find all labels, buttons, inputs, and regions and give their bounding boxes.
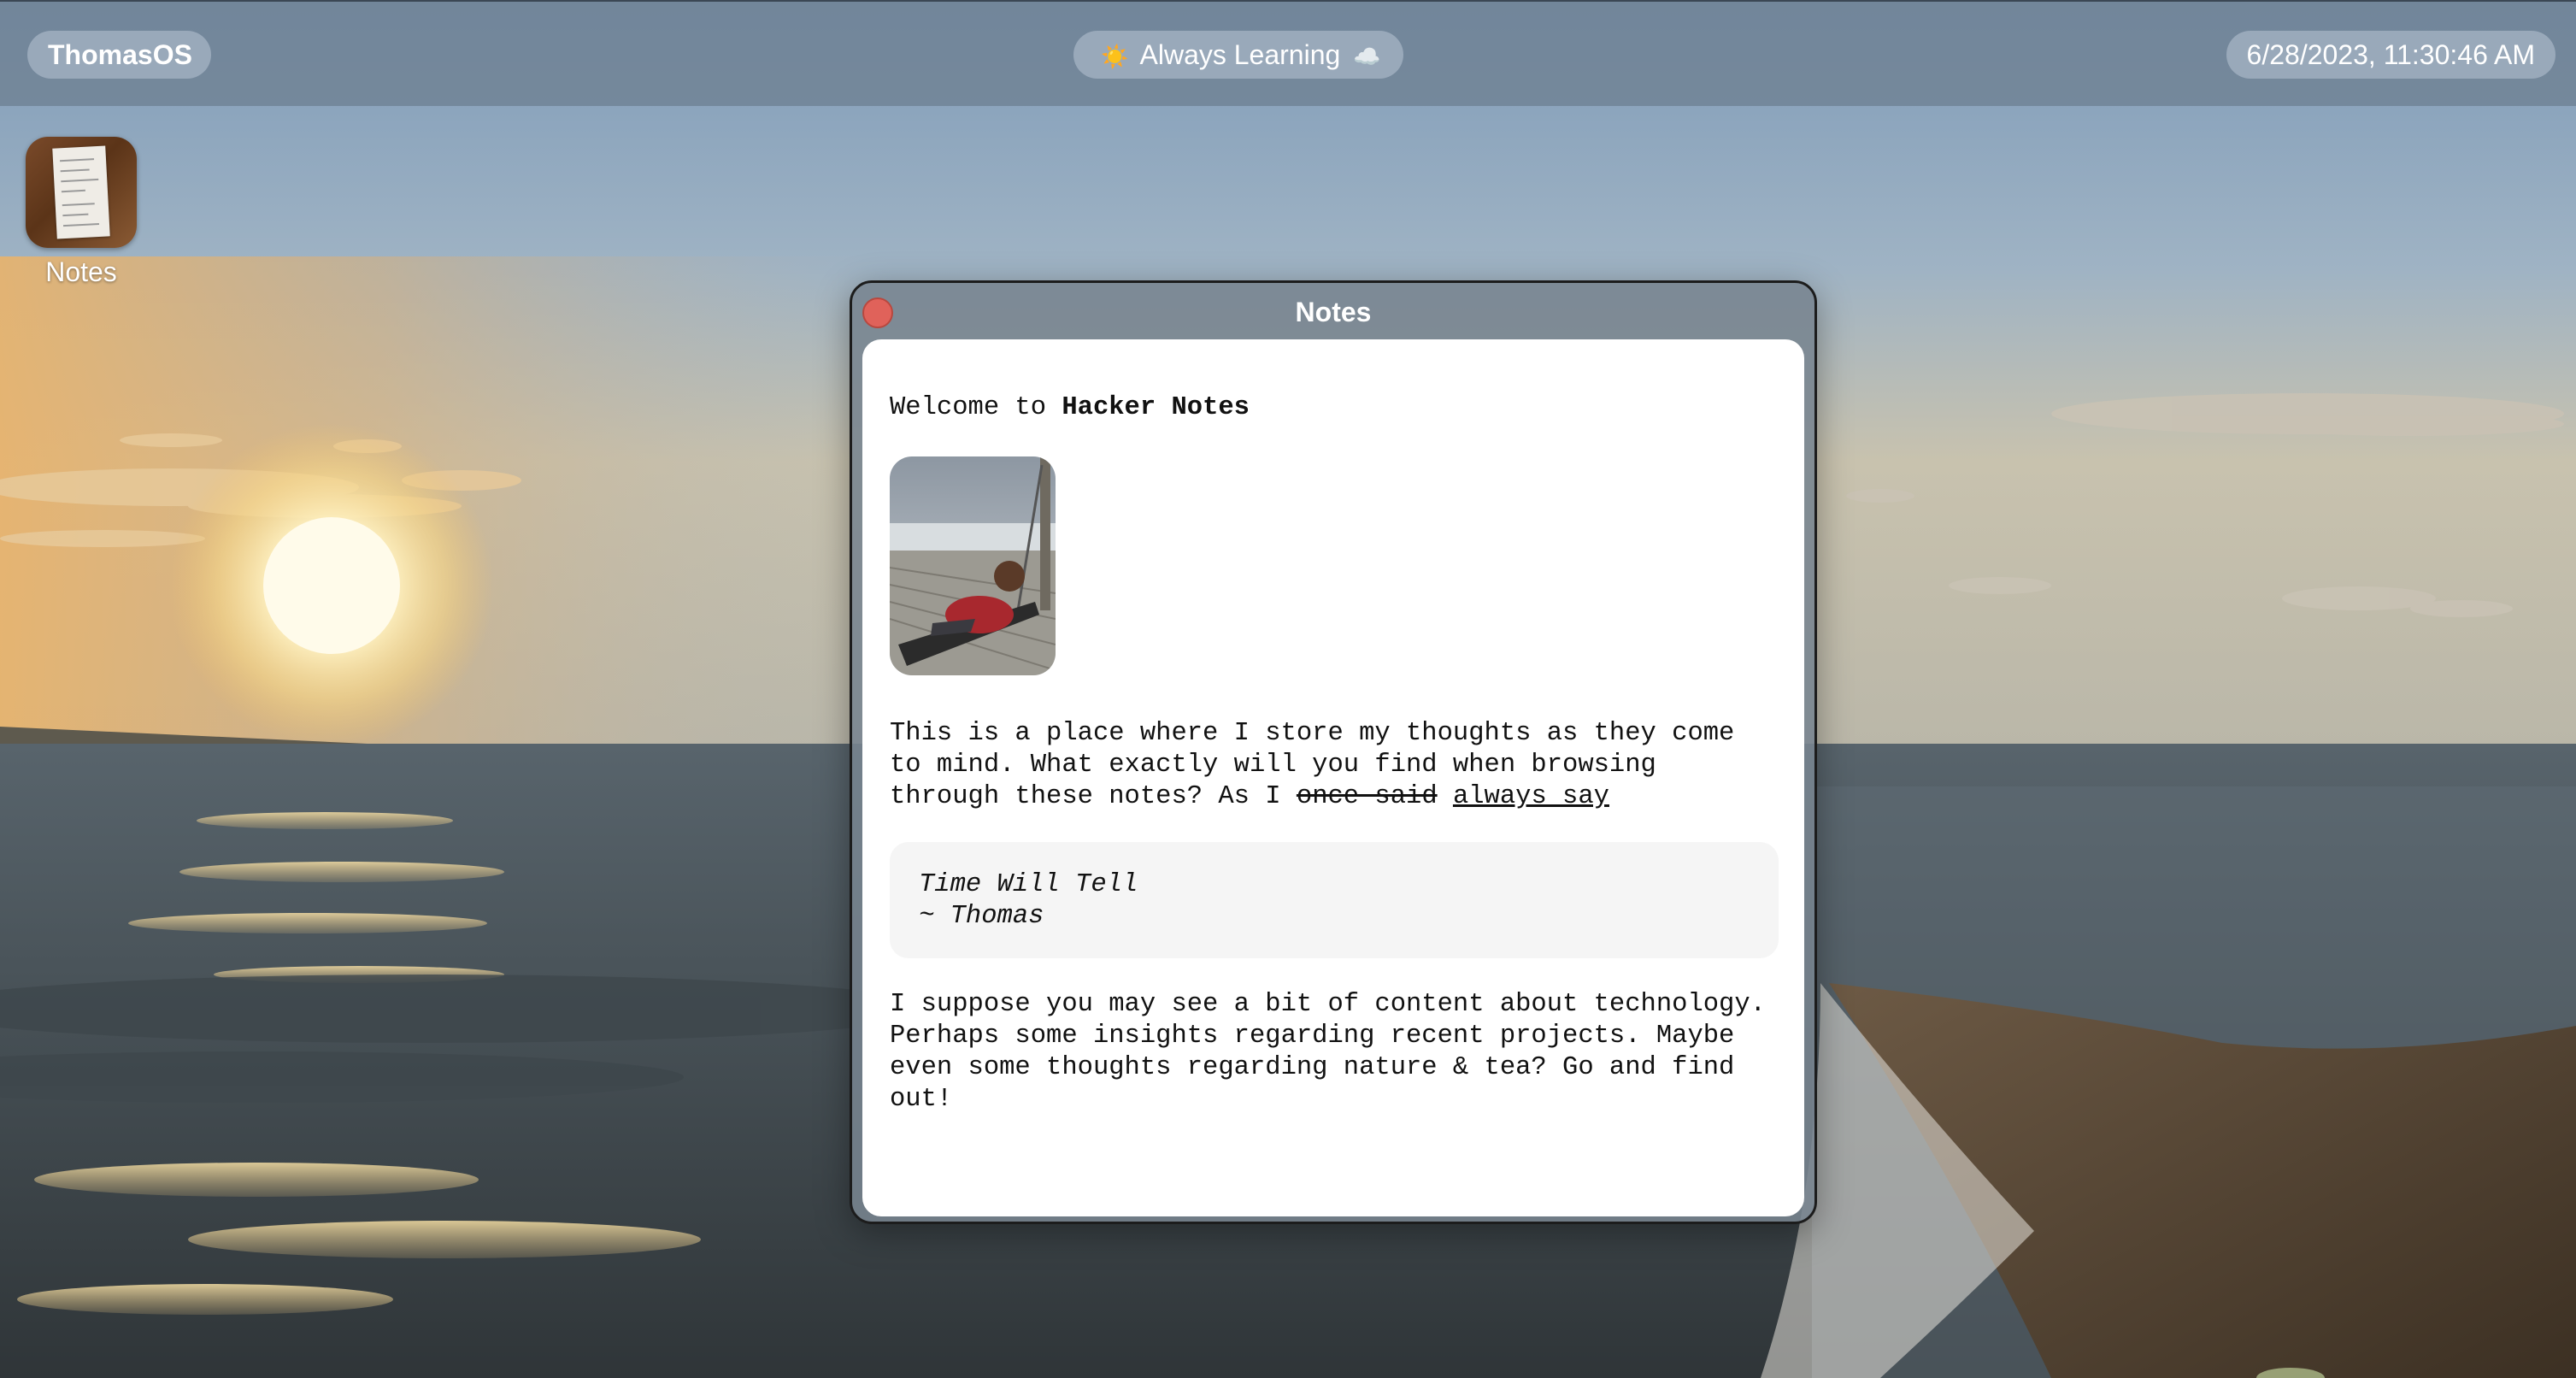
- status-text: Always Learning: [1139, 39, 1341, 70]
- sun-icon: ☀️: [1101, 44, 1129, 69]
- top-menu-bar: ThomasOS ☀️ Always Learning ☁️ 6/28/2023…: [0, 0, 2576, 106]
- clock-display: 6/28/2023, 11:30:46 AM: [2226, 31, 2555, 79]
- welcome-bold-text: Hacker Notes: [1062, 393, 1250, 422]
- profile-photo: [890, 456, 1056, 675]
- underlined-text: always say: [1452, 782, 1609, 811]
- note-heading: Welcome to Hacker Notes: [890, 392, 1777, 424]
- outro-paragraph: I suppose you may see a bit of content a…: [890, 990, 1766, 1114]
- status-pill[interactable]: ☀️ Always Learning ☁️: [1073, 31, 1403, 79]
- cloud-icon: ☁️: [1353, 44, 1381, 69]
- notes-app-icon[interactable]: [26, 137, 137, 248]
- intro-paragraph: This is a place where I store my thought…: [890, 718, 1779, 813]
- intro-space: [1438, 782, 1453, 811]
- desktop-icon-notes[interactable]: Notes: [26, 137, 137, 288]
- strikethrough-text: once said: [1296, 782, 1438, 811]
- window-title: Notes: [1295, 297, 1372, 327]
- quote-author: ~ Thomas: [919, 902, 1044, 931]
- quote-block: Time Will Tell ~ Thomas: [890, 842, 1779, 958]
- desktop-icon-label: Notes: [45, 256, 117, 287]
- note-content: Welcome to Hacker Notes This is a place …: [862, 339, 1804, 1216]
- quote-text: Time Will Tell: [919, 870, 1138, 899]
- note-paper-graphic: [52, 145, 110, 239]
- welcome-text: Welcome to: [890, 393, 1062, 422]
- notes-window: Notes Welcome to Hacker Notes This is a …: [850, 280, 1817, 1224]
- window-titlebar[interactable]: Notes: [852, 283, 1814, 338]
- os-brand-button[interactable]: ThomasOS: [27, 31, 211, 79]
